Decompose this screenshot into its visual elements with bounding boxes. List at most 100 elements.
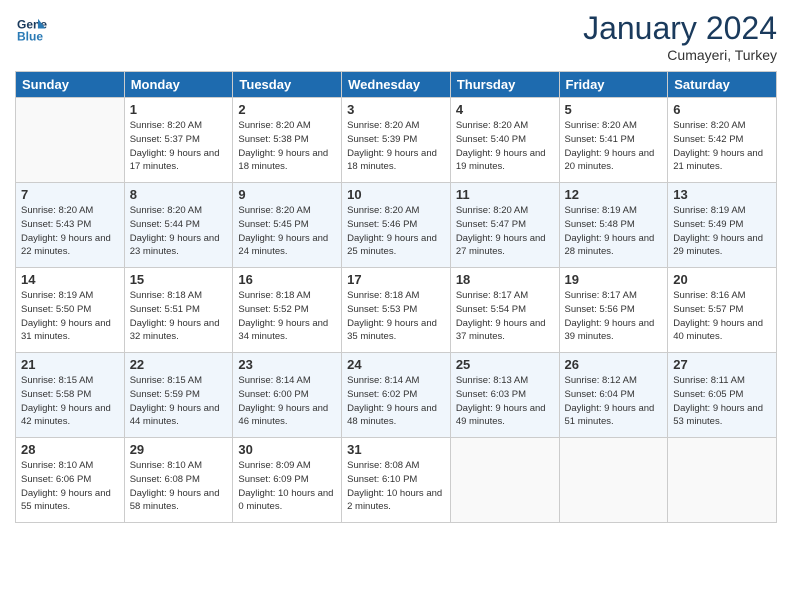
calendar-cell xyxy=(450,438,559,523)
calendar-cell: 27 Sunrise: 8:11 AM Sunset: 6:05 PM Dayl… xyxy=(668,353,777,438)
header: General Blue January 2024 Cumayeri, Turk… xyxy=(15,10,777,63)
header-row: Sunday Monday Tuesday Wednesday Thursday… xyxy=(16,72,777,98)
sunset: Sunset: 5:47 PM xyxy=(456,219,526,230)
calendar-cell: 20 Sunrise: 8:16 AM Sunset: 5:57 PM Dayl… xyxy=(668,268,777,353)
sunset: Sunset: 6:05 PM xyxy=(673,389,743,400)
calendar-cell xyxy=(16,98,125,183)
month-title: January 2024 xyxy=(583,10,777,47)
sunrise: Sunrise: 8:11 AM xyxy=(673,375,745,386)
sunset: Sunset: 6:04 PM xyxy=(565,389,635,400)
day-info: Sunrise: 8:18 AM Sunset: 5:52 PM Dayligh… xyxy=(238,289,336,344)
sunrise: Sunrise: 8:20 AM xyxy=(456,120,528,131)
sunset: Sunset: 5:39 PM xyxy=(347,134,417,145)
sunset: Sunset: 5:42 PM xyxy=(673,134,743,145)
calendar-cell: 25 Sunrise: 8:13 AM Sunset: 6:03 PM Dayl… xyxy=(450,353,559,438)
calendar-cell: 13 Sunrise: 8:19 AM Sunset: 5:49 PM Dayl… xyxy=(668,183,777,268)
daylight: Daylight: 9 hours and 37 minutes. xyxy=(456,318,546,343)
daylight: Daylight: 9 hours and 53 minutes. xyxy=(673,403,763,428)
daylight: Daylight: 9 hours and 40 minutes. xyxy=(673,318,763,343)
day-info: Sunrise: 8:14 AM Sunset: 6:02 PM Dayligh… xyxy=(347,374,445,429)
daylight: Daylight: 9 hours and 39 minutes. xyxy=(565,318,655,343)
daylight: Daylight: 9 hours and 32 minutes. xyxy=(130,318,220,343)
calendar-cell: 14 Sunrise: 8:19 AM Sunset: 5:50 PM Dayl… xyxy=(16,268,125,353)
sunrise: Sunrise: 8:18 AM xyxy=(130,290,202,301)
calendar-week-2: 7 Sunrise: 8:20 AM Sunset: 5:43 PM Dayli… xyxy=(16,183,777,268)
day-info: Sunrise: 8:20 AM Sunset: 5:40 PM Dayligh… xyxy=(456,119,554,174)
daylight: Daylight: 9 hours and 31 minutes. xyxy=(21,318,111,343)
day-number: 12 xyxy=(565,187,663,202)
calendar-cell: 1 Sunrise: 8:20 AM Sunset: 5:37 PM Dayli… xyxy=(124,98,233,183)
daylight: Daylight: 9 hours and 27 minutes. xyxy=(456,233,546,258)
sunset: Sunset: 6:10 PM xyxy=(347,474,417,485)
daylight: Daylight: 9 hours and 20 minutes. xyxy=(565,148,655,173)
sunset: Sunset: 5:46 PM xyxy=(347,219,417,230)
col-wednesday: Wednesday xyxy=(342,72,451,98)
calendar-week-4: 21 Sunrise: 8:15 AM Sunset: 5:58 PM Dayl… xyxy=(16,353,777,438)
sunset: Sunset: 5:50 PM xyxy=(21,304,91,315)
sunset: Sunset: 5:58 PM xyxy=(21,389,91,400)
title-area: January 2024 Cumayeri, Turkey xyxy=(583,10,777,63)
sunset: Sunset: 5:44 PM xyxy=(130,219,200,230)
calendar-cell: 16 Sunrise: 8:18 AM Sunset: 5:52 PM Dayl… xyxy=(233,268,342,353)
sunrise: Sunrise: 8:20 AM xyxy=(673,120,745,131)
day-info: Sunrise: 8:19 AM Sunset: 5:50 PM Dayligh… xyxy=(21,289,119,344)
day-number: 18 xyxy=(456,272,554,287)
sunrise: Sunrise: 8:09 AM xyxy=(238,460,310,471)
sunrise: Sunrise: 8:20 AM xyxy=(347,120,419,131)
day-info: Sunrise: 8:19 AM Sunset: 5:49 PM Dayligh… xyxy=(673,204,771,259)
calendar-cell: 5 Sunrise: 8:20 AM Sunset: 5:41 PM Dayli… xyxy=(559,98,668,183)
day-info: Sunrise: 8:19 AM Sunset: 5:48 PM Dayligh… xyxy=(565,204,663,259)
sunset: Sunset: 5:59 PM xyxy=(130,389,200,400)
day-number: 23 xyxy=(238,357,336,372)
day-info: Sunrise: 8:18 AM Sunset: 5:53 PM Dayligh… xyxy=(347,289,445,344)
sunset: Sunset: 5:57 PM xyxy=(673,304,743,315)
calendar-cell xyxy=(559,438,668,523)
sunrise: Sunrise: 8:14 AM xyxy=(347,375,419,386)
calendar-cell: 4 Sunrise: 8:20 AM Sunset: 5:40 PM Dayli… xyxy=(450,98,559,183)
col-tuesday: Tuesday xyxy=(233,72,342,98)
calendar-cell: 21 Sunrise: 8:15 AM Sunset: 5:58 PM Dayl… xyxy=(16,353,125,438)
sunset: Sunset: 5:54 PM xyxy=(456,304,526,315)
col-friday: Friday xyxy=(559,72,668,98)
calendar-table: Sunday Monday Tuesday Wednesday Thursday… xyxy=(15,71,777,523)
sunrise: Sunrise: 8:10 AM xyxy=(21,460,93,471)
day-number: 24 xyxy=(347,357,445,372)
calendar-cell: 15 Sunrise: 8:18 AM Sunset: 5:51 PM Dayl… xyxy=(124,268,233,353)
day-info: Sunrise: 8:15 AM Sunset: 5:59 PM Dayligh… xyxy=(130,374,228,429)
day-number: 11 xyxy=(456,187,554,202)
day-info: Sunrise: 8:16 AM Sunset: 5:57 PM Dayligh… xyxy=(673,289,771,344)
day-number: 8 xyxy=(130,187,228,202)
day-number: 19 xyxy=(565,272,663,287)
day-info: Sunrise: 8:09 AM Sunset: 6:09 PM Dayligh… xyxy=(238,459,336,514)
day-info: Sunrise: 8:20 AM Sunset: 5:43 PM Dayligh… xyxy=(21,204,119,259)
day-number: 16 xyxy=(238,272,336,287)
sunrise: Sunrise: 8:19 AM xyxy=(673,205,745,216)
day-info: Sunrise: 8:08 AM Sunset: 6:10 PM Dayligh… xyxy=(347,459,445,514)
day-info: Sunrise: 8:10 AM Sunset: 6:08 PM Dayligh… xyxy=(130,459,228,514)
sunset: Sunset: 5:43 PM xyxy=(21,219,91,230)
sunrise: Sunrise: 8:20 AM xyxy=(238,120,310,131)
daylight: Daylight: 9 hours and 25 minutes. xyxy=(347,233,437,258)
daylight: Daylight: 9 hours and 28 minutes. xyxy=(565,233,655,258)
day-number: 27 xyxy=(673,357,771,372)
sunrise: Sunrise: 8:20 AM xyxy=(21,205,93,216)
day-info: Sunrise: 8:20 AM Sunset: 5:44 PM Dayligh… xyxy=(130,204,228,259)
day-number: 6 xyxy=(673,102,771,117)
daylight: Daylight: 9 hours and 29 minutes. xyxy=(673,233,763,258)
day-info: Sunrise: 8:12 AM Sunset: 6:04 PM Dayligh… xyxy=(565,374,663,429)
daylight: Daylight: 10 hours and 2 minutes. xyxy=(347,488,442,513)
daylight: Daylight: 9 hours and 21 minutes. xyxy=(673,148,763,173)
calendar-cell: 24 Sunrise: 8:14 AM Sunset: 6:02 PM Dayl… xyxy=(342,353,451,438)
sunrise: Sunrise: 8:20 AM xyxy=(238,205,310,216)
daylight: Daylight: 10 hours and 0 minutes. xyxy=(238,488,333,513)
day-info: Sunrise: 8:20 AM Sunset: 5:41 PM Dayligh… xyxy=(565,119,663,174)
sunset: Sunset: 5:38 PM xyxy=(238,134,308,145)
day-number: 1 xyxy=(130,102,228,117)
daylight: Daylight: 9 hours and 19 minutes. xyxy=(456,148,546,173)
day-number: 20 xyxy=(673,272,771,287)
day-info: Sunrise: 8:20 AM Sunset: 5:37 PM Dayligh… xyxy=(130,119,228,174)
day-info: Sunrise: 8:20 AM Sunset: 5:46 PM Dayligh… xyxy=(347,204,445,259)
sunset: Sunset: 5:48 PM xyxy=(565,219,635,230)
calendar-cell: 17 Sunrise: 8:18 AM Sunset: 5:53 PM Dayl… xyxy=(342,268,451,353)
sunset: Sunset: 5:37 PM xyxy=(130,134,200,145)
